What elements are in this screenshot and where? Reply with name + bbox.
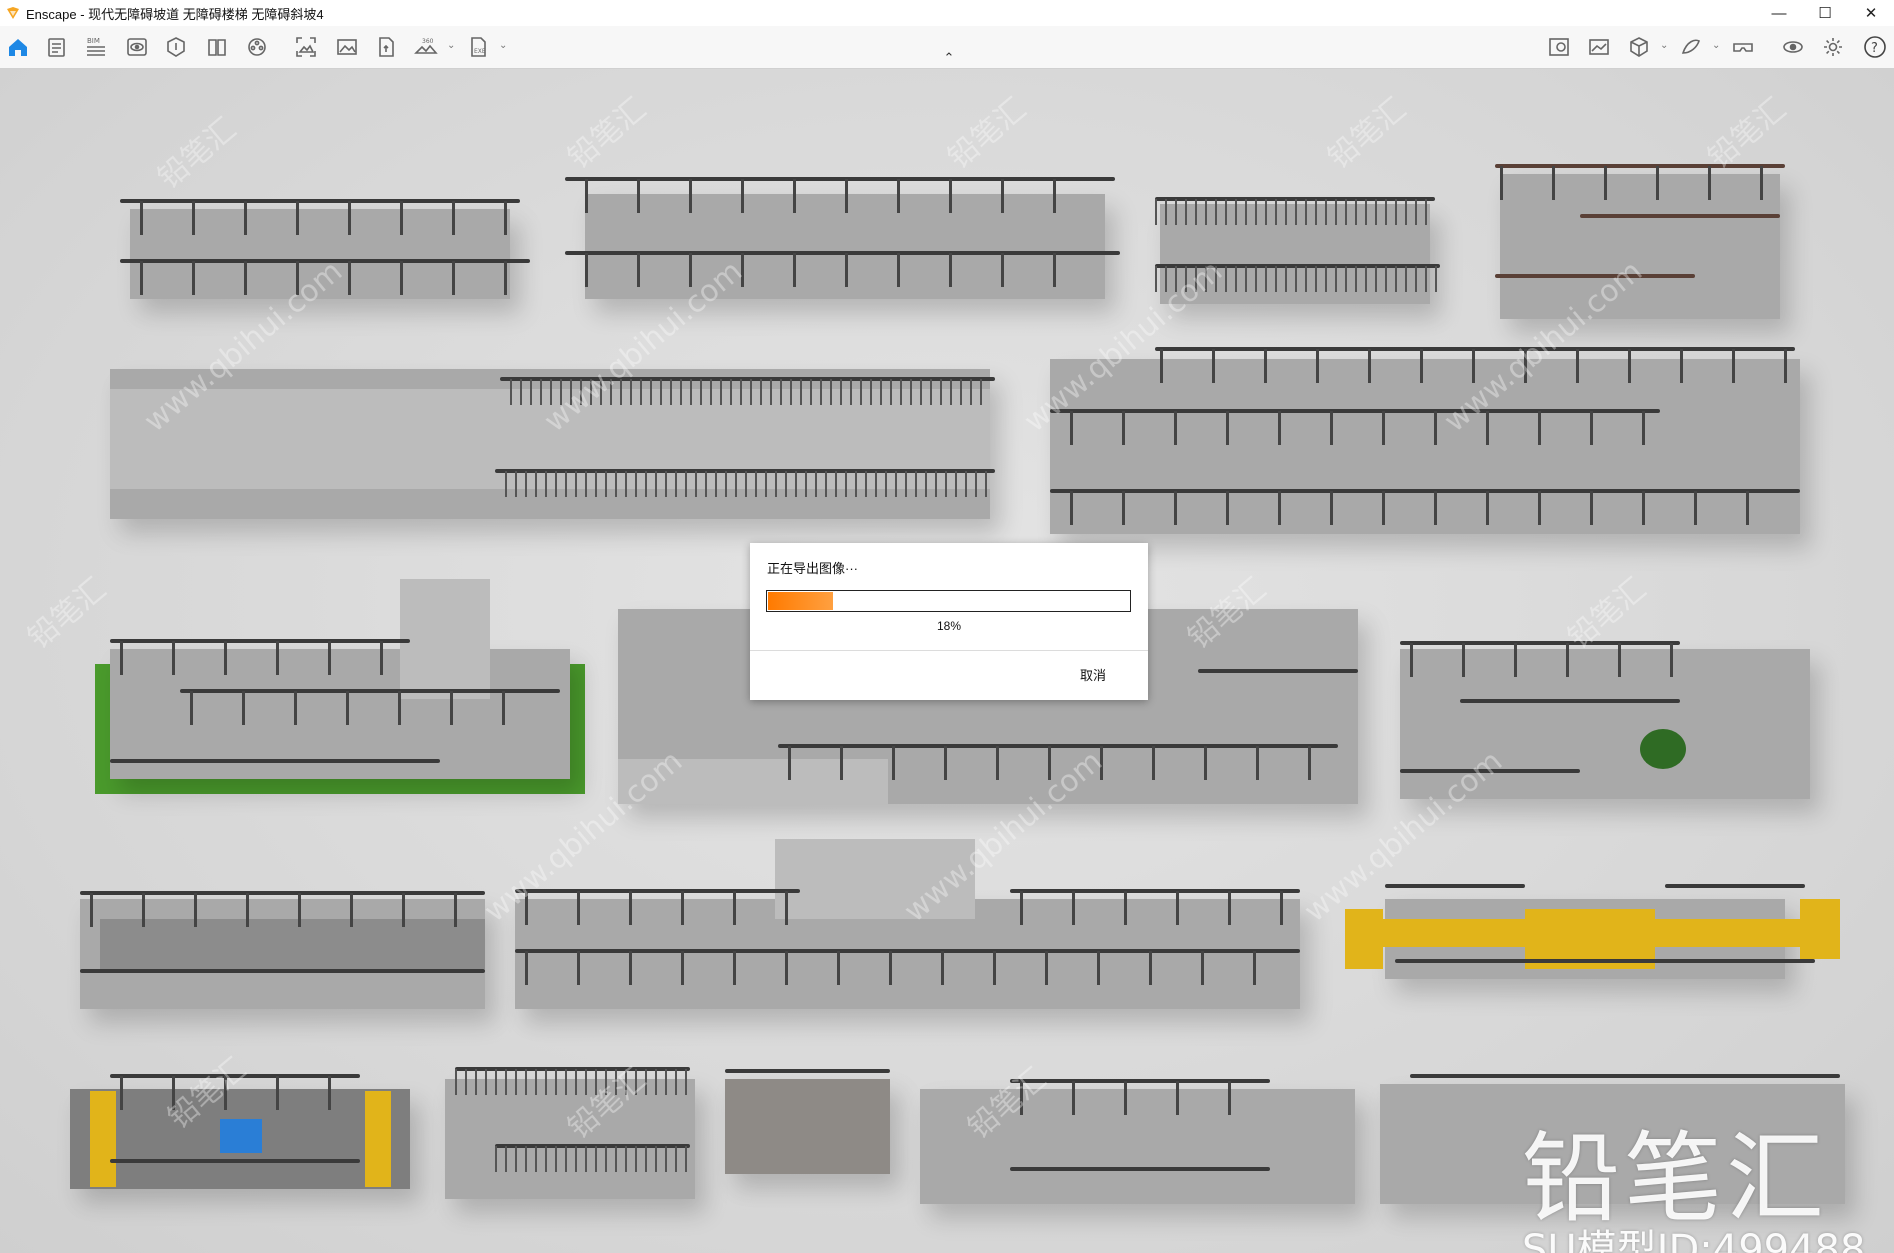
ramp-model	[80, 879, 490, 1009]
ramp-model	[1390, 629, 1810, 809]
ramp-model	[1050, 339, 1810, 539]
panorama-360-icon[interactable]: 360	[413, 34, 439, 60]
ramp-model	[120, 179, 530, 309]
ramp-model	[90, 569, 590, 799]
title-bar: Enscape - 现代无障碍坡道 无障碍楼梯 无障碍斜坡4 — ☐ ✕	[0, 0, 1894, 26]
wheelchair-sign-icon	[220, 1119, 262, 1153]
watermark-tile: 铅笔汇	[941, 91, 1033, 177]
export-document-icon[interactable]	[373, 34, 399, 60]
progress-bar	[766, 590, 1131, 612]
ramp-model	[725, 1059, 895, 1179]
export-dropdown-chevron-icon[interactable]: ⌄	[499, 40, 509, 54]
capture-screenshot-icon[interactable]	[293, 34, 319, 60]
progress-bar-fill	[768, 592, 833, 610]
help-icon[interactable]: ?	[1862, 34, 1888, 60]
cancel-button[interactable]: 取消	[1080, 665, 1106, 684]
collapse-toolbar-chevron-icon[interactable]: ⌃	[938, 50, 960, 65]
paint-dropdown-chevron-icon[interactable]: ⌄	[1712, 40, 1722, 54]
ramp-model	[565, 169, 1125, 309]
sketch-book-icon[interactable]	[204, 34, 230, 60]
svg-text:EXE: EXE	[474, 48, 486, 55]
vr-headset-icon[interactable]	[1730, 34, 1756, 60]
cube-view-icon[interactable]	[1626, 34, 1652, 60]
maximize-button[interactable]: ☐	[1802, 0, 1848, 26]
panorama-dropdown-chevron-icon[interactable]: ⌄	[447, 40, 457, 54]
ramp-model	[100, 329, 1000, 529]
bim-icon[interactable]: BIM	[83, 34, 109, 60]
watermark-tile: 铅笔汇	[1321, 91, 1413, 177]
home-icon[interactable]	[5, 34, 31, 60]
export-progress-dialog: 正在导出图像··· 18% 取消	[750, 543, 1148, 700]
ramp-model	[70, 1059, 415, 1199]
svg-text:360: 360	[422, 38, 434, 45]
ramp-model	[1345, 839, 1840, 999]
ramp-model	[1150, 179, 1440, 309]
image-gallery-icon[interactable]	[334, 34, 360, 60]
close-button[interactable]: ✕	[1848, 0, 1894, 26]
minimize-button[interactable]: —	[1756, 0, 1802, 26]
dialog-title: 正在导出图像···	[767, 561, 858, 576]
export-exe-icon[interactable]: EXE	[466, 34, 492, 60]
settings-panel-icon[interactable]	[44, 34, 70, 60]
live-eye-icon[interactable]	[1780, 34, 1806, 60]
eye-view-icon[interactable]	[124, 34, 150, 60]
dialog-divider	[750, 650, 1148, 651]
material-editor-icon[interactable]	[1546, 34, 1572, 60]
enscape-logo-icon	[7, 7, 19, 19]
paint-icon[interactable]	[1678, 34, 1704, 60]
svg-text:BIM: BIM	[87, 37, 100, 45]
gear-icon[interactable]	[1820, 34, 1846, 60]
progress-percent-label: 18%	[936, 619, 962, 633]
ramp-model	[920, 1049, 1360, 1209]
ramp-model	[515, 829, 1305, 1019]
svg-text:?: ?	[1871, 41, 1878, 56]
cube-dropdown-chevron-icon[interactable]: ⌄	[1660, 40, 1670, 54]
ramp-model	[445, 1049, 700, 1209]
window-title: Enscape - 现代无障碍坡道 无障碍楼梯 无障碍斜坡4	[26, 6, 324, 22]
asset-library-icon[interactable]	[163, 34, 189, 60]
ramp-model	[1490, 154, 1790, 324]
video-reel-icon[interactable]	[244, 34, 270, 60]
watermark-tile: 铅笔汇	[561, 91, 653, 177]
visual-settings-image-icon[interactable]	[1586, 34, 1612, 60]
model-id-watermark: SU模型ID:499488	[1522, 1227, 1866, 1253]
